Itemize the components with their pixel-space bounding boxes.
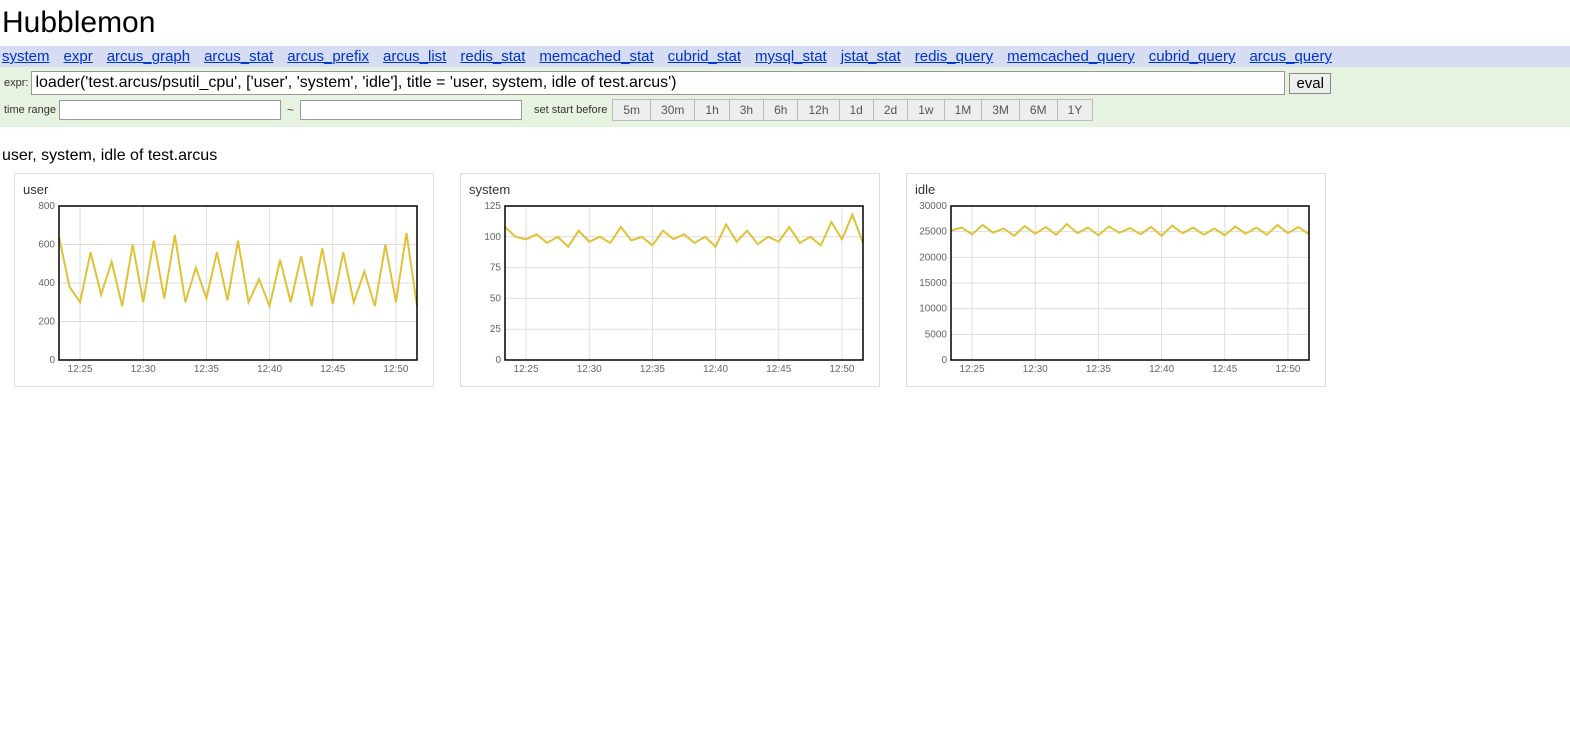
nav-link-arcus-graph[interactable]: arcus_graph bbox=[107, 48, 190, 65]
svg-text:400: 400 bbox=[38, 278, 55, 289]
svg-text:125: 125 bbox=[484, 201, 501, 212]
expr-form-block: expr: eval time range ~ set start before… bbox=[0, 67, 1570, 127]
svg-text:12:50: 12:50 bbox=[829, 364, 854, 375]
nav-link-jstat-stat[interactable]: jstat_stat bbox=[841, 48, 901, 65]
nav-link-arcus-query[interactable]: arcus_query bbox=[1249, 48, 1332, 65]
time-range-separator: ~ bbox=[281, 103, 300, 117]
eval-button[interactable]: eval bbox=[1289, 73, 1331, 94]
preset-button-3h[interactable]: 3h bbox=[729, 99, 764, 121]
svg-text:12:30: 12:30 bbox=[577, 364, 602, 375]
svg-text:12:40: 12:40 bbox=[257, 364, 282, 375]
preset-button-5m[interactable]: 5m bbox=[612, 99, 651, 121]
section-title: user, system, idle of test.arcus bbox=[2, 147, 1568, 165]
chart-title: user bbox=[23, 182, 425, 197]
svg-text:20000: 20000 bbox=[919, 252, 947, 263]
svg-text:100: 100 bbox=[484, 232, 501, 243]
svg-text:0: 0 bbox=[941, 355, 947, 366]
svg-text:0: 0 bbox=[495, 355, 501, 366]
svg-text:12:30: 12:30 bbox=[131, 364, 156, 375]
svg-text:25000: 25000 bbox=[919, 227, 947, 238]
time-range-row: time range ~ set start before 5m30m1h3h6… bbox=[2, 97, 1568, 123]
nav-link-arcus-prefix[interactable]: arcus_prefix bbox=[287, 48, 369, 65]
svg-text:12:40: 12:40 bbox=[1149, 364, 1174, 375]
svg-text:12:50: 12:50 bbox=[1275, 364, 1300, 375]
chart-row: user 0 200 400 600 800 12:25 12:30 12:35 12:40 12:… bbox=[0, 173, 1570, 387]
nav-link-memcached-stat[interactable]: memcached_stat bbox=[539, 48, 653, 65]
svg-text:0: 0 bbox=[49, 355, 55, 366]
svg-text:12:30: 12:30 bbox=[1023, 364, 1048, 375]
expr-label: expr: bbox=[2, 77, 31, 89]
svg-text:12:45: 12:45 bbox=[766, 364, 791, 375]
expr-input[interactable] bbox=[31, 71, 1285, 95]
nav-bar: system expr arcus_graph arcus_stat arcus_pre… bbox=[0, 46, 1570, 67]
svg-text:12:25: 12:25 bbox=[960, 364, 985, 375]
preset-button-30m[interactable]: 30m bbox=[650, 99, 695, 121]
chart-card-idle: idle 0 5000 10000 15000 20000 25000 30000 12:25 1… bbox=[906, 173, 1326, 387]
svg-text:15000: 15000 bbox=[919, 278, 947, 289]
nav-link-cubrid-stat[interactable]: cubrid_stat bbox=[668, 48, 741, 65]
chart-card-user: user 0 200 400 600 800 12:25 12:30 12:35 12:40 12:… bbox=[14, 173, 434, 387]
chart-title: system bbox=[469, 182, 871, 197]
svg-text:12:35: 12:35 bbox=[194, 364, 219, 375]
svg-text:12:35: 12:35 bbox=[640, 364, 665, 375]
preset-button-12h[interactable]: 12h bbox=[797, 99, 839, 121]
preset-button-2d[interactable]: 2d bbox=[873, 99, 908, 121]
nav-link-redis-stat[interactable]: redis_stat bbox=[460, 48, 525, 65]
svg-text:50: 50 bbox=[490, 293, 502, 304]
time-range-end-input[interactable] bbox=[300, 100, 522, 120]
svg-text:800: 800 bbox=[38, 201, 55, 212]
nav-link-memcached-query[interactable]: memcached_query bbox=[1007, 48, 1135, 65]
svg-text:12:50: 12:50 bbox=[383, 364, 408, 375]
page-title: Hubblemon bbox=[2, 6, 1568, 40]
nav-link-mysql-stat[interactable]: mysql_stat bbox=[755, 48, 827, 65]
svg-text:12:25: 12:25 bbox=[514, 364, 539, 375]
preset-button-1h[interactable]: 1h bbox=[694, 99, 729, 121]
preset-button-1M[interactable]: 1M bbox=[944, 99, 983, 121]
time-range-start-input[interactable] bbox=[59, 100, 281, 120]
nav-link-redis-query[interactable]: redis_query bbox=[915, 48, 993, 65]
nav-link-system[interactable]: system bbox=[2, 48, 50, 65]
svg-text:12:25: 12:25 bbox=[68, 364, 93, 375]
svg-text:30000: 30000 bbox=[919, 201, 947, 212]
preset-button-1w[interactable]: 1w bbox=[907, 99, 944, 121]
svg-text:5000: 5000 bbox=[925, 329, 948, 340]
svg-text:12:45: 12:45 bbox=[320, 364, 345, 375]
svg-text:12:45: 12:45 bbox=[1212, 364, 1237, 375]
svg-text:12:35: 12:35 bbox=[1086, 364, 1111, 375]
preset-button-1d[interactable]: 1d bbox=[839, 99, 874, 121]
svg-text:200: 200 bbox=[38, 317, 55, 328]
nav-link-arcus-stat[interactable]: arcus_stat bbox=[204, 48, 273, 65]
set-start-before-label: set start before bbox=[534, 104, 607, 116]
svg-text:600: 600 bbox=[38, 240, 55, 251]
preset-button-3M[interactable]: 3M bbox=[981, 99, 1020, 121]
svg-text:10000: 10000 bbox=[919, 304, 947, 315]
chart-title: idle bbox=[915, 182, 1317, 197]
preset-button-1Y[interactable]: 1Y bbox=[1057, 99, 1094, 121]
nav-link-arcus-list[interactable]: arcus_list bbox=[383, 48, 446, 65]
nav-link-cubrid-query[interactable]: cubrid_query bbox=[1149, 48, 1236, 65]
nav-link-expr[interactable]: expr bbox=[64, 48, 93, 65]
svg-text:25: 25 bbox=[490, 324, 502, 335]
svg-text:12:40: 12:40 bbox=[703, 364, 728, 375]
preset-button-6h[interactable]: 6h bbox=[763, 99, 798, 121]
expr-row: expr: eval bbox=[2, 69, 1568, 97]
time-range-label: time range bbox=[2, 104, 59, 116]
preset-button-6M[interactable]: 6M bbox=[1019, 99, 1058, 121]
chart-card-system: system 0 25 50 75 100 125 12:25 12:30 12:35 12:40 1… bbox=[460, 173, 880, 387]
svg-text:75: 75 bbox=[490, 263, 502, 274]
